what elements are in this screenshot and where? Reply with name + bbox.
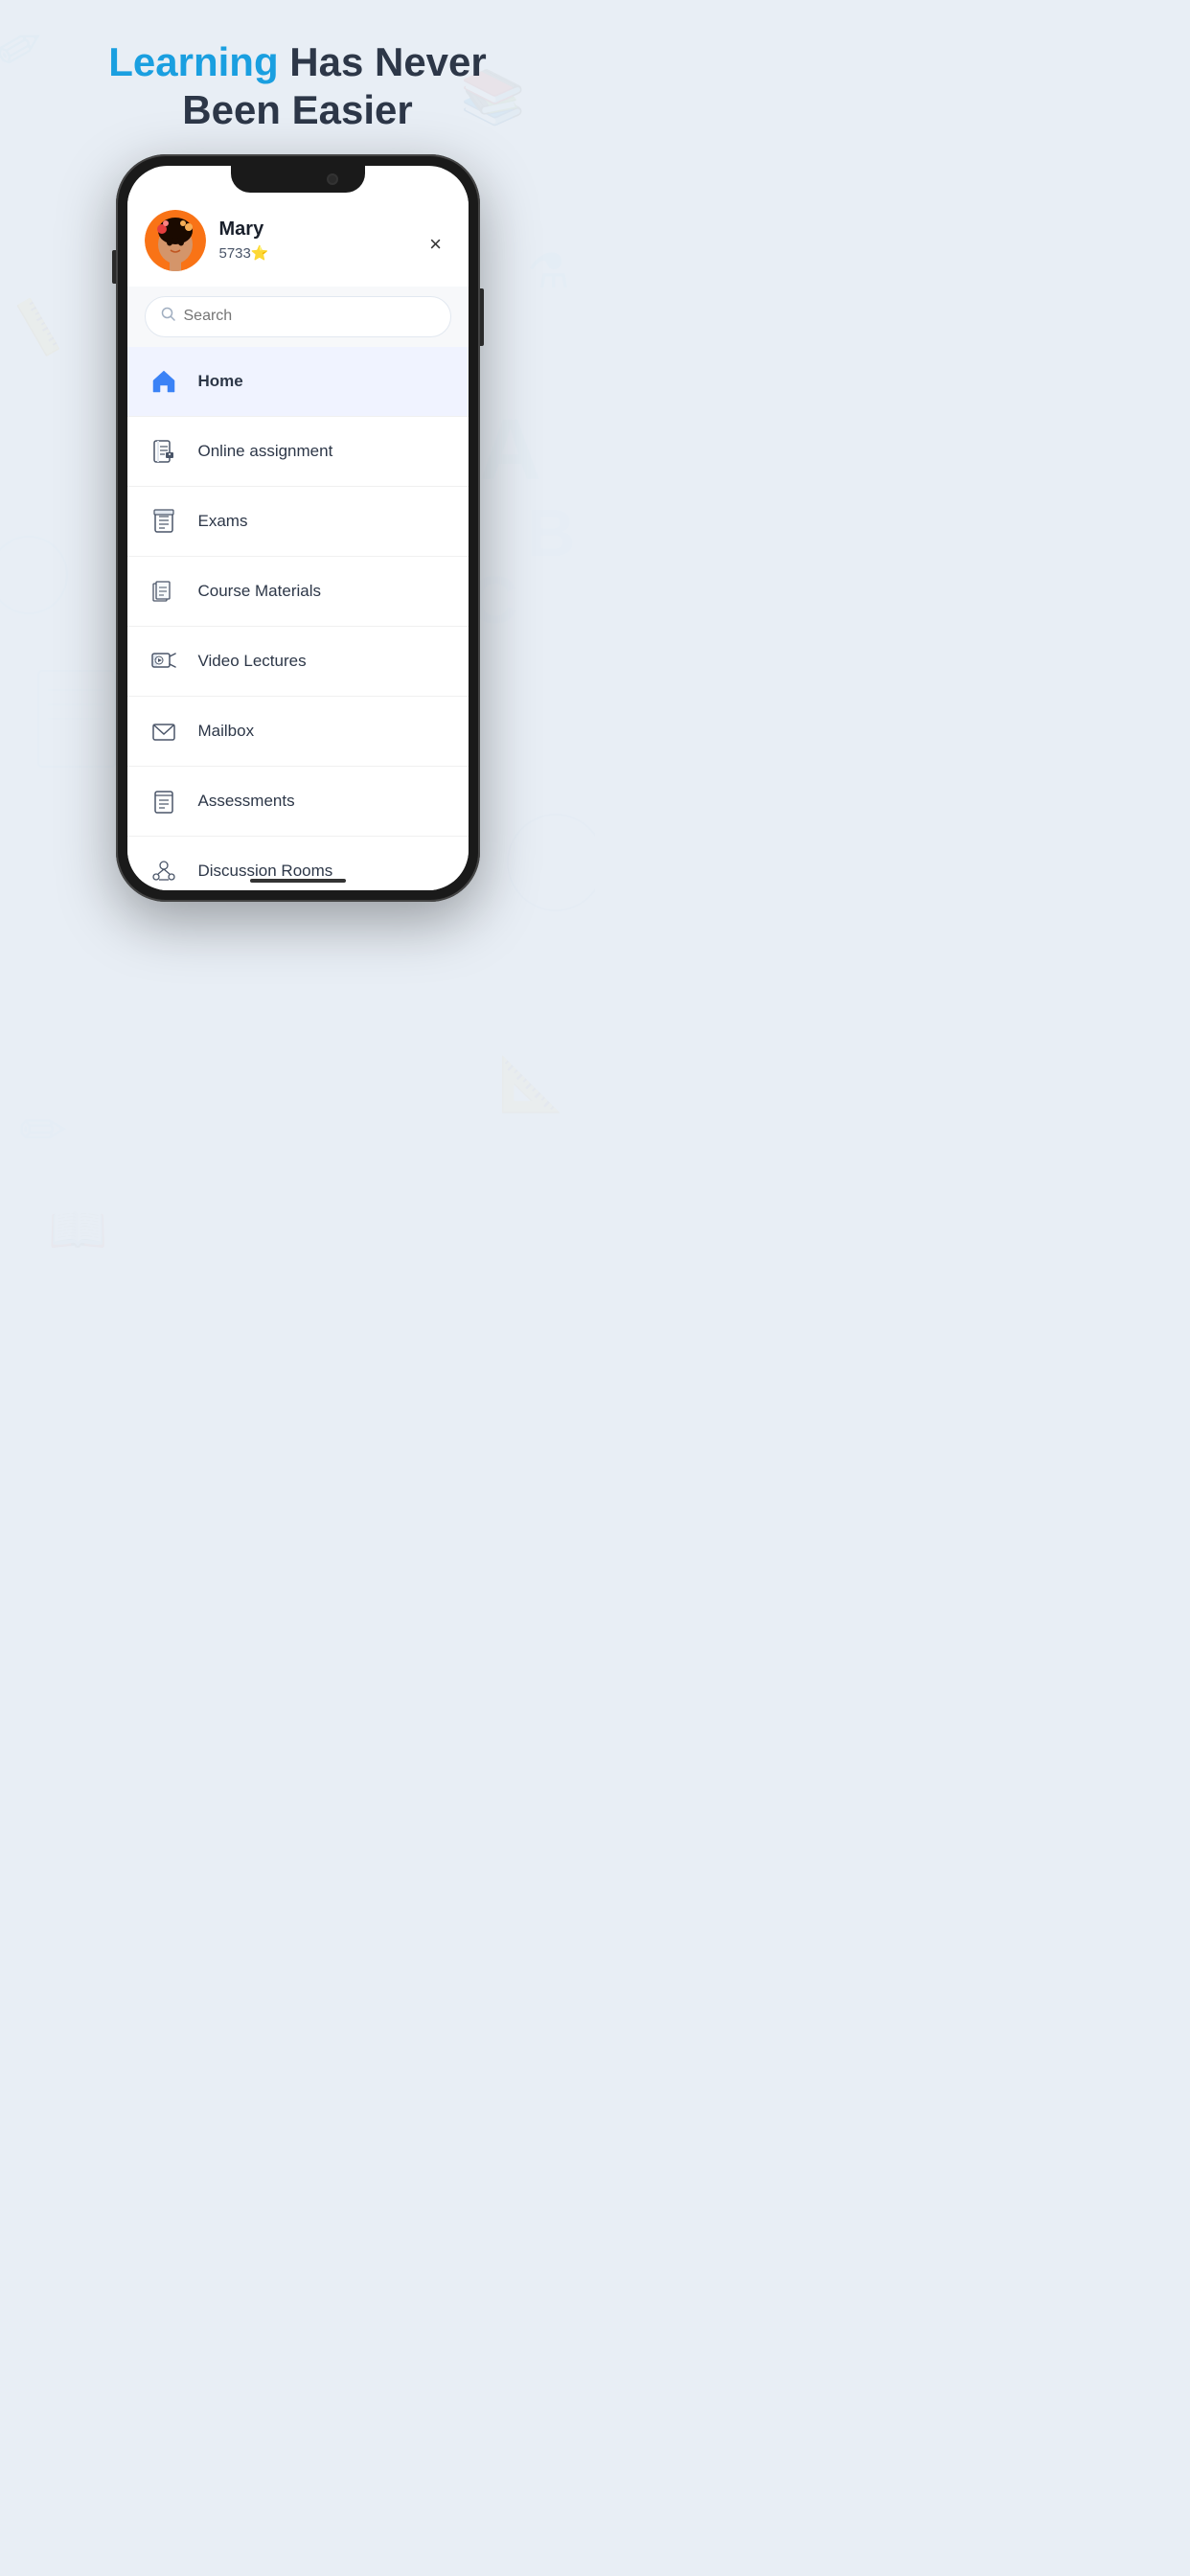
menu-item-assessments[interactable]: Assessments bbox=[127, 767, 469, 837]
menu-label-assessments: Assessments bbox=[198, 792, 295, 811]
menu-label-exams: Exams bbox=[198, 512, 248, 531]
menu-label-discussion: Discussion Rooms bbox=[198, 862, 333, 881]
svg-text:A: A bbox=[479, 402, 541, 498]
phone-notch bbox=[231, 166, 365, 193]
user-points: 5733⭐ bbox=[219, 244, 269, 262]
front-camera bbox=[327, 173, 338, 185]
phone-screen: × bbox=[127, 166, 469, 890]
header-line2: Been Easier bbox=[182, 87, 412, 132]
user-name: Mary bbox=[219, 218, 269, 241]
svg-text:✏: ✏ bbox=[0, 8, 57, 87]
header-line1-rest: Has Never bbox=[279, 39, 487, 84]
mail-icon bbox=[147, 714, 181, 748]
search-icon bbox=[161, 307, 176, 327]
svg-text:⚗: ⚗ bbox=[527, 244, 570, 298]
search-input[interactable] bbox=[184, 308, 435, 325]
menu-list: Home bbox=[127, 347, 469, 890]
menu-label-assignment: Online assignment bbox=[198, 442, 333, 461]
screen-content[interactable]: × bbox=[127, 193, 469, 890]
phone-frame: × bbox=[116, 154, 480, 902]
svg-text:📐: 📐 bbox=[498, 1054, 563, 1115]
exams-icon bbox=[147, 504, 181, 539]
header-section: Learning Has Never Been Easier bbox=[108, 38, 487, 135]
menu-item-exams[interactable]: Exams bbox=[127, 487, 469, 557]
menu-label-video: Video Lectures bbox=[198, 652, 307, 671]
video-icon bbox=[147, 644, 181, 678]
home-icon bbox=[147, 364, 181, 399]
close-button[interactable]: × bbox=[421, 229, 451, 260]
menu-item-video-lectures[interactable]: Video Lectures bbox=[127, 627, 469, 697]
menu-item-mailbox[interactable]: Mailbox bbox=[127, 697, 469, 767]
svg-text:📖: 📖 bbox=[48, 1203, 107, 1256]
materials-icon bbox=[147, 574, 181, 609]
menu-label-home: Home bbox=[198, 372, 243, 391]
menu-label-materials: Course Materials bbox=[198, 582, 322, 601]
svg-text:📏: 📏 bbox=[2, 293, 74, 361]
home-indicator bbox=[250, 879, 346, 883]
menu-label-mailbox: Mailbox bbox=[198, 722, 255, 741]
assessments-icon bbox=[147, 784, 181, 818]
menu-item-home[interactable]: Home bbox=[127, 347, 469, 417]
user-info: Mary 5733⭐ bbox=[219, 218, 269, 262]
menu-item-course-materials[interactable]: Course Materials bbox=[127, 557, 469, 627]
discussion-icon bbox=[147, 854, 181, 888]
assignment-icon bbox=[147, 434, 181, 469]
svg-text:✏: ✏ bbox=[19, 1098, 67, 1162]
avatar bbox=[145, 210, 206, 271]
header-highlight: Learning bbox=[108, 39, 278, 84]
user-profile: Mary 5733⭐ bbox=[127, 193, 469, 287]
menu-item-online-assignment[interactable]: Online assignment bbox=[127, 417, 469, 487]
search-bar[interactable] bbox=[145, 296, 451, 337]
svg-text:B: B bbox=[527, 495, 576, 570]
